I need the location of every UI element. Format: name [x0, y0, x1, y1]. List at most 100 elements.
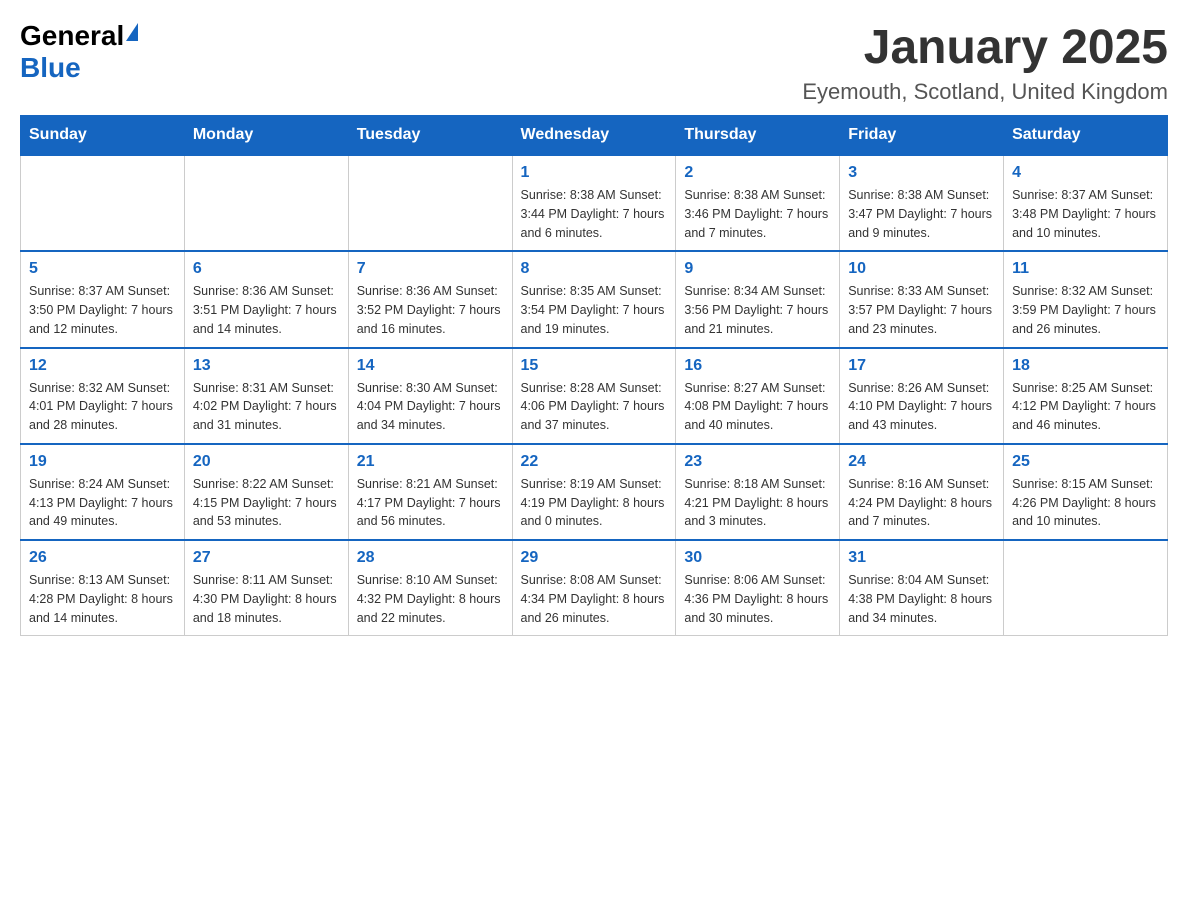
calendar-cell: 15 Sunrise: 8:28 AM Sunset: 4:06 PM Dayli…: [512, 348, 676, 444]
day-info: Sunrise: 8:25 AM Sunset: 4:12 PM Dayligh…: [1012, 379, 1159, 435]
day-info: Sunrise: 8:36 AM Sunset: 3:51 PM Dayligh…: [193, 282, 340, 338]
day-info: Sunrise: 8:08 AM Sunset: 4:34 PM Dayligh…: [521, 571, 668, 627]
day-info: Sunrise: 8:35 AM Sunset: 3:54 PM Dayligh…: [521, 282, 668, 338]
day-info: Sunrise: 8:32 AM Sunset: 4:01 PM Dayligh…: [29, 379, 176, 435]
day-info: Sunrise: 8:32 AM Sunset: 3:59 PM Dayligh…: [1012, 282, 1159, 338]
day-info: Sunrise: 8:13 AM Sunset: 4:28 PM Dayligh…: [29, 571, 176, 627]
day-info: Sunrise: 8:34 AM Sunset: 3:56 PM Dayligh…: [684, 282, 831, 338]
calendar-cell: 7Sunrise: 8:36 AM Sunset: 3:52 PM Daylig…: [348, 251, 512, 347]
day-info: Sunrise: 8:15 AM Sunset: 4:26 PM Dayligh…: [1012, 475, 1159, 531]
day-info: Sunrise: 8:38 AM Sunset: 3:44 PM Dayligh…: [521, 186, 668, 242]
day-info: Sunrise: 8:21 AM Sunset: 4:17 PM Dayligh…: [357, 475, 504, 531]
day-number: 14: [357, 357, 504, 375]
day-number: 24: [848, 453, 995, 471]
day-number: 17: [848, 357, 995, 375]
calendar-cell: 29 Sunrise: 8:08 AM Sunset: 4:34 PM Dayli…: [512, 540, 676, 636]
header-monday: Monday: [184, 116, 348, 156]
calendar-cell: 6 Sunrise: 8:36 AM Sunset: 3:51 PM Daylig…: [184, 251, 348, 347]
day-info: Sunrise: 8:26 AM Sunset: 4:10 PM Dayligh…: [848, 379, 995, 435]
day-info: Sunrise: 8:18 AM Sunset: 4:21 PM Dayligh…: [684, 475, 831, 531]
day-info: Sunrise: 8:28 AM Sunset: 4:06 PM Dayligh…: [521, 379, 668, 435]
logo-triangle-icon: [126, 23, 138, 41]
day-number: 12: [29, 357, 176, 375]
day-info: Sunrise: 8:06 AM Sunset: 4:36 PM Dayligh…: [684, 571, 831, 627]
day-number: 4: [1012, 164, 1159, 182]
day-info: Sunrise: 8:16 AM Sunset: 4:24 PM Dayligh…: [848, 475, 995, 531]
calendar-header-row: SundayMondayTuesdayWednesdayThursdayFrid…: [21, 116, 1168, 156]
calendar-cell: 4 Sunrise: 8:37 AM Sunset: 3:48 PM Daylig…: [1004, 155, 1168, 251]
title-section: January 2025 Eyemouth, Scotland, United …: [802, 20, 1168, 105]
day-info: Sunrise: 8:38 AM Sunset: 3:46 PM Dayligh…: [684, 186, 831, 242]
day-info: Sunrise: 8:37 AM Sunset: 3:48 PM Dayligh…: [1012, 186, 1159, 242]
page-header: General Blue January 2025 Eyemouth, Scot…: [20, 20, 1168, 105]
day-info: Sunrise: 8:27 AM Sunset: 4:08 PM Dayligh…: [684, 379, 831, 435]
day-number: 7: [357, 260, 504, 278]
day-number: 25: [1012, 453, 1159, 471]
day-info: Sunrise: 8:19 AM Sunset: 4:19 PM Dayligh…: [521, 475, 668, 531]
calendar-cell: 1 Sunrise: 8:38 AM Sunset: 3:44 PM Daylig…: [512, 155, 676, 251]
calendar-cell: 9Sunrise: 8:34 AM Sunset: 3:56 PM Daylig…: [676, 251, 840, 347]
calendar-week-row: 5 Sunrise: 8:37 AM Sunset: 3:50 PM Daylig…: [21, 251, 1168, 347]
day-info: Sunrise: 8:33 AM Sunset: 3:57 PM Dayligh…: [848, 282, 995, 338]
day-number: 2: [684, 164, 831, 182]
calendar-table: SundayMondayTuesdayWednesdayThursdayFrid…: [20, 115, 1168, 636]
day-info: Sunrise: 8:31 AM Sunset: 4:02 PM Dayligh…: [193, 379, 340, 435]
calendar-cell: 5 Sunrise: 8:37 AM Sunset: 3:50 PM Daylig…: [21, 251, 185, 347]
calendar-cell: 14 Sunrise: 8:30 AM Sunset: 4:04 PM Dayli…: [348, 348, 512, 444]
calendar-cell: [348, 155, 512, 251]
calendar-cell: 24 Sunrise: 8:16 AM Sunset: 4:24 PM Dayli…: [840, 444, 1004, 540]
logo-blue: Blue: [20, 52, 81, 83]
calendar-cell: [184, 155, 348, 251]
day-info: Sunrise: 8:37 AM Sunset: 3:50 PM Dayligh…: [29, 282, 176, 338]
calendar-cell: 16 Sunrise: 8:27 AM Sunset: 4:08 PM Dayli…: [676, 348, 840, 444]
day-info: Sunrise: 8:38 AM Sunset: 3:47 PM Dayligh…: [848, 186, 995, 242]
day-number: 19: [29, 453, 176, 471]
calendar-cell: 27Sunrise: 8:11 AM Sunset: 4:30 PM Dayli…: [184, 540, 348, 636]
day-number: 22: [521, 453, 668, 471]
calendar-cell: 13 Sunrise: 8:31 AM Sunset: 4:02 PM Dayli…: [184, 348, 348, 444]
calendar-cell: 20 Sunrise: 8:22 AM Sunset: 4:15 PM Dayli…: [184, 444, 348, 540]
calendar-subtitle: Eyemouth, Scotland, United Kingdom: [802, 79, 1168, 105]
calendar-cell: 17 Sunrise: 8:26 AM Sunset: 4:10 PM Dayli…: [840, 348, 1004, 444]
day-number: 26: [29, 549, 176, 567]
day-number: 6: [193, 260, 340, 278]
day-number: 20: [193, 453, 340, 471]
calendar-cell: 22 Sunrise: 8:19 AM Sunset: 4:19 PM Dayli…: [512, 444, 676, 540]
calendar-cell: 21 Sunrise: 8:21 AM Sunset: 4:17 PM Dayli…: [348, 444, 512, 540]
day-info: Sunrise: 8:10 AM Sunset: 4:32 PM Dayligh…: [357, 571, 504, 627]
day-info: Sunrise: 8:30 AM Sunset: 4:04 PM Dayligh…: [357, 379, 504, 435]
header-sunday: Sunday: [21, 116, 185, 156]
day-number: 1: [521, 164, 668, 182]
calendar-cell: 23Sunrise: 8:18 AM Sunset: 4:21 PM Dayli…: [676, 444, 840, 540]
day-number: 30: [684, 549, 831, 567]
day-number: 15: [521, 357, 668, 375]
header-wednesday: Wednesday: [512, 116, 676, 156]
calendar-title: January 2025: [802, 20, 1168, 75]
day-number: 29: [521, 549, 668, 567]
day-number: 31: [848, 549, 995, 567]
calendar-cell: 30 Sunrise: 8:06 AM Sunset: 4:36 PM Dayli…: [676, 540, 840, 636]
calendar-week-row: 1 Sunrise: 8:38 AM Sunset: 3:44 PM Daylig…: [21, 155, 1168, 251]
calendar-cell: [21, 155, 185, 251]
day-number: 13: [193, 357, 340, 375]
day-info: Sunrise: 8:04 AM Sunset: 4:38 PM Dayligh…: [848, 571, 995, 627]
calendar-cell: 26 Sunrise: 8:13 AM Sunset: 4:28 PM Dayli…: [21, 540, 185, 636]
day-info: Sunrise: 8:22 AM Sunset: 4:15 PM Dayligh…: [193, 475, 340, 531]
header-tuesday: Tuesday: [348, 116, 512, 156]
day-info: Sunrise: 8:11 AM Sunset: 4:30 PM Dayligh…: [193, 571, 340, 627]
header-saturday: Saturday: [1004, 116, 1168, 156]
calendar-cell: 2 Sunrise: 8:38 AM Sunset: 3:46 PM Daylig…: [676, 155, 840, 251]
calendar-cell: 8Sunrise: 8:35 AM Sunset: 3:54 PM Daylig…: [512, 251, 676, 347]
calendar-cell: 31 Sunrise: 8:04 AM Sunset: 4:38 PM Dayli…: [840, 540, 1004, 636]
calendar-week-row: 19Sunrise: 8:24 AM Sunset: 4:13 PM Dayli…: [21, 444, 1168, 540]
day-number: 16: [684, 357, 831, 375]
day-number: 5: [29, 260, 176, 278]
calendar-cell: 10Sunrise: 8:33 AM Sunset: 3:57 PM Dayli…: [840, 251, 1004, 347]
day-number: 11: [1012, 260, 1159, 278]
calendar-cell: 12 Sunrise: 8:32 AM Sunset: 4:01 PM Dayli…: [21, 348, 185, 444]
header-thursday: Thursday: [676, 116, 840, 156]
calendar-cell: 11 Sunrise: 8:32 AM Sunset: 3:59 PM Dayli…: [1004, 251, 1168, 347]
calendar-week-row: 12 Sunrise: 8:32 AM Sunset: 4:01 PM Dayli…: [21, 348, 1168, 444]
calendar-cell: [1004, 540, 1168, 636]
day-number: 21: [357, 453, 504, 471]
